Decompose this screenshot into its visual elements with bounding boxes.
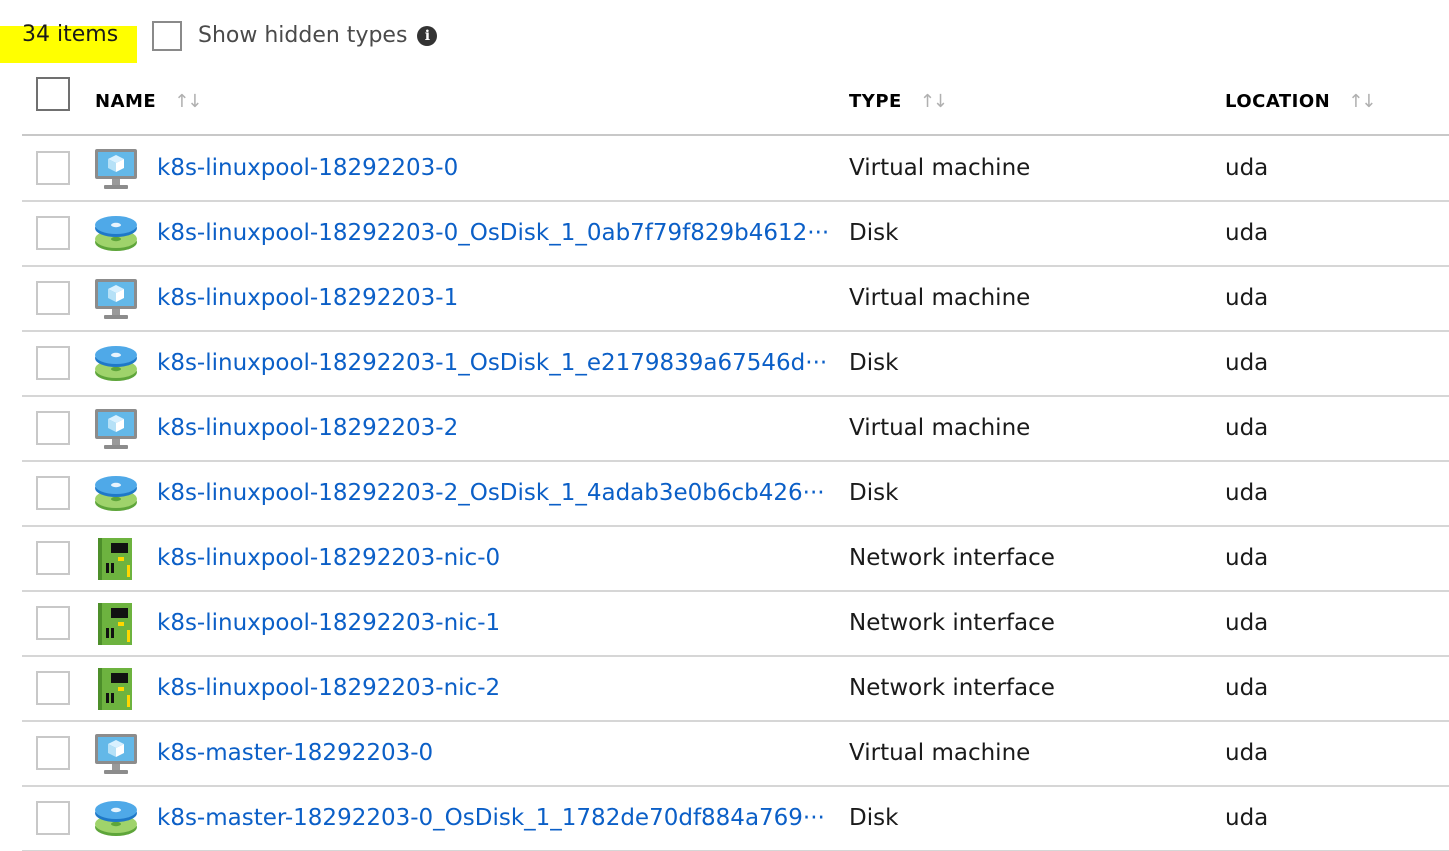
row-checkbox[interactable]: [36, 606, 70, 640]
table-header: NAME ↑↓ TYPE ↑↓ LOCATION ↑↓: [22, 68, 1449, 136]
item-count: 34 items: [22, 22, 119, 47]
resource-name-link[interactable]: k8s-linuxpool-18292203-1: [157, 267, 458, 330]
row-checkbox[interactable]: [36, 476, 70, 510]
table-row[interactable]: k8s-master-18292203-0 Virtual machine uda: [22, 722, 1449, 787]
sort-arrows-icon[interactable]: ↑↓: [920, 91, 948, 112]
network-interface-icon: [94, 537, 138, 581]
resource-type: Network interface: [849, 675, 1055, 701]
show-hidden-types-toggle[interactable]: Show hidden types i: [152, 18, 438, 54]
virtual-machine-icon: [94, 407, 138, 451]
show-hidden-types-label: Show hidden types: [198, 23, 408, 48]
toolbar: 34 items Show hidden types i: [0, 0, 1449, 70]
row-checkbox[interactable]: [36, 346, 70, 380]
resource-location: uda: [1225, 415, 1269, 441]
table-row[interactable]: k8s-linuxpool-18292203-0_OsDisk_1_0ab7f7…: [22, 202, 1449, 267]
table-row[interactable]: k8s-master-18292203-0_OsDisk_1_1782de70d…: [22, 787, 1449, 851]
row-checkbox[interactable]: [36, 671, 70, 705]
resource-location: uda: [1225, 220, 1269, 246]
resource-name-link[interactable]: k8s-linuxpool-18292203-nic-1: [157, 592, 500, 655]
table-row[interactable]: k8s-linuxpool-18292203-2_OsDisk_1_4adab3…: [22, 462, 1449, 527]
network-interface-icon: [94, 602, 138, 646]
info-icon[interactable]: i: [417, 26, 438, 46]
row-checkbox[interactable]: [36, 541, 70, 575]
resource-type: Disk: [849, 480, 899, 506]
resource-type: Disk: [849, 805, 899, 831]
row-checkbox[interactable]: [36, 151, 70, 185]
resource-location: uda: [1225, 285, 1269, 311]
resource-type: Disk: [849, 220, 899, 246]
row-checkbox[interactable]: [36, 736, 70, 770]
sort-arrows-icon[interactable]: ↑↓: [174, 91, 202, 112]
resource-location: uda: [1225, 480, 1269, 506]
network-interface-icon: [94, 667, 138, 711]
resource-type: Virtual machine: [849, 285, 1031, 311]
resource-name-link[interactable]: k8s-master-18292203-0: [157, 722, 433, 785]
resource-type: Virtual machine: [849, 740, 1031, 766]
table-row[interactable]: k8s-linuxpool-18292203-nic-1 Network inte…: [22, 592, 1449, 657]
resource-name-link[interactable]: k8s-linuxpool-18292203-2_OsDisk_1_4adab3…: [157, 462, 825, 525]
resource-list-page: 34 items Show hidden types i NAME ↑↓ TYP…: [0, 0, 1449, 851]
resource-type: Virtual machine: [849, 415, 1031, 441]
sort-arrows-icon[interactable]: ↑↓: [1348, 91, 1376, 112]
disk-icon: [94, 797, 138, 841]
resource-name-link[interactable]: k8s-linuxpool-18292203-1_OsDisk_1_e21798…: [157, 332, 827, 395]
resource-location: uda: [1225, 805, 1269, 831]
resource-name-link[interactable]: k8s-linuxpool-18292203-nic-0: [157, 527, 500, 590]
column-header-name[interactable]: NAME ↑↓: [95, 68, 202, 134]
table-row[interactable]: k8s-linuxpool-18292203-1_OsDisk_1_e21798…: [22, 332, 1449, 397]
virtual-machine-icon: [94, 147, 138, 191]
table-row[interactable]: k8s-linuxpool-18292203-1 Virtual machine u…: [22, 267, 1449, 332]
table-row[interactable]: k8s-linuxpool-18292203-2 Virtual machine u…: [22, 397, 1449, 462]
column-header-location[interactable]: LOCATION ↑↓: [1225, 68, 1376, 134]
resource-location: uda: [1225, 610, 1269, 636]
resource-type: Disk: [849, 350, 899, 376]
resource-type: Network interface: [849, 545, 1055, 571]
resource-table-body: k8s-linuxpool-18292203-0 Virtual machine u…: [22, 137, 1449, 851]
disk-icon: [94, 472, 138, 516]
show-hidden-types-checkbox[interactable]: [152, 21, 182, 51]
resource-location: uda: [1225, 155, 1269, 181]
table-row[interactable]: k8s-linuxpool-18292203-nic-0 Network inte…: [22, 527, 1449, 592]
resource-name-link[interactable]: k8s-linuxpool-18292203-nic-2: [157, 657, 500, 720]
virtual-machine-icon: [94, 732, 138, 776]
resource-name-link[interactable]: k8s-linuxpool-18292203-0: [157, 137, 458, 200]
resource-type: Network interface: [849, 610, 1055, 636]
resource-location: uda: [1225, 740, 1269, 766]
disk-icon: [94, 212, 138, 256]
resource-name-link[interactable]: k8s-master-18292203-0_OsDisk_1_1782de70d…: [157, 787, 825, 850]
resource-location: uda: [1225, 350, 1269, 376]
table-row[interactable]: k8s-linuxpool-18292203-0 Virtual machine u…: [22, 137, 1449, 202]
row-checkbox[interactable]: [36, 801, 70, 835]
column-header-type[interactable]: TYPE ↑↓: [849, 68, 948, 134]
row-checkbox[interactable]: [36, 281, 70, 315]
disk-icon: [94, 342, 138, 386]
resource-location: uda: [1225, 675, 1269, 701]
row-checkbox[interactable]: [36, 216, 70, 250]
resource-name-link[interactable]: k8s-linuxpool-18292203-2: [157, 397, 458, 460]
select-all-checkbox[interactable]: [36, 77, 70, 111]
row-checkbox[interactable]: [36, 411, 70, 445]
resource-name-link[interactable]: k8s-linuxpool-18292203-0_OsDisk_1_0ab7f7…: [157, 202, 829, 265]
resource-type: Virtual machine: [849, 155, 1031, 181]
resource-location: uda: [1225, 545, 1269, 571]
table-row[interactable]: k8s-linuxpool-18292203-nic-2 Network inte…: [22, 657, 1449, 722]
virtual-machine-icon: [94, 277, 138, 321]
